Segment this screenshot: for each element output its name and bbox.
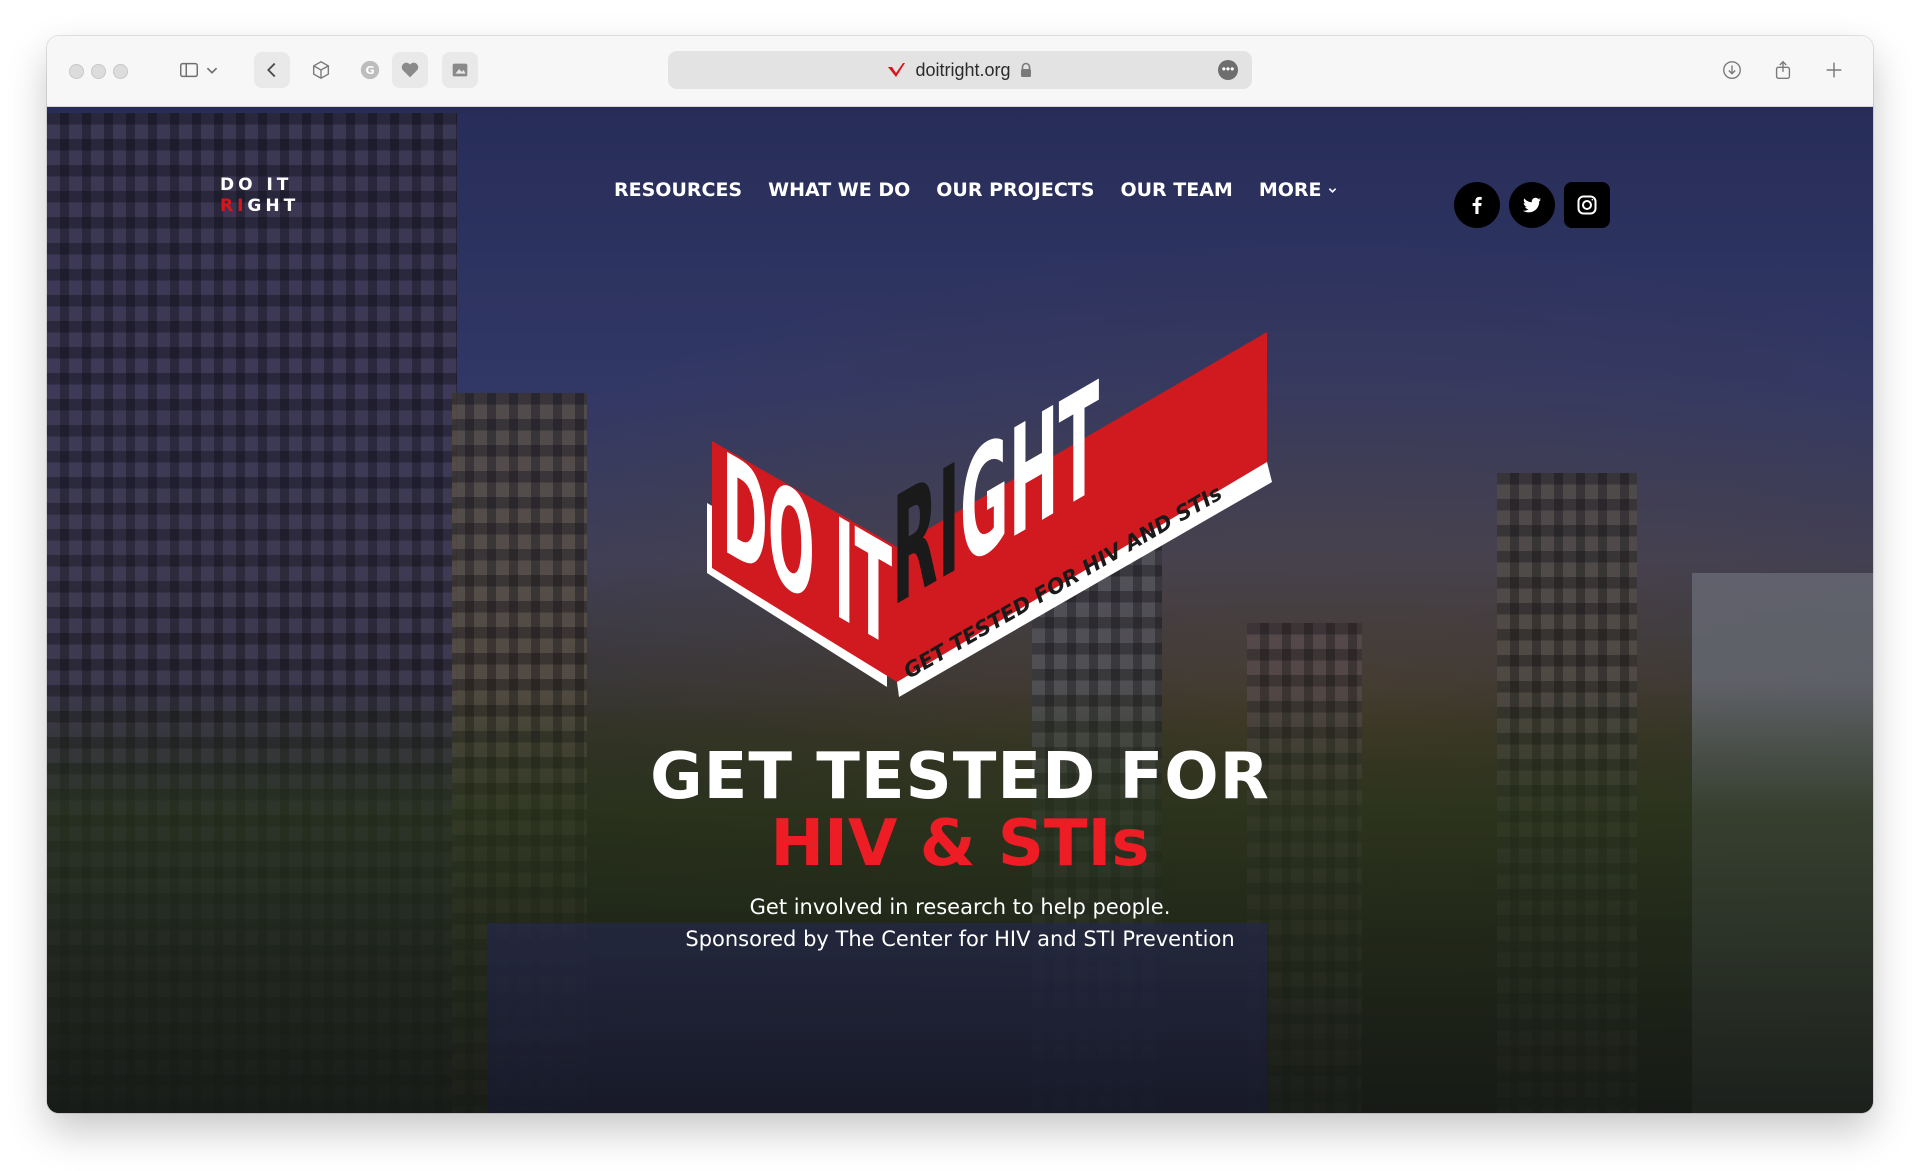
facebook-icon[interactable] <box>1454 182 1500 228</box>
lock-icon <box>1020 62 1031 77</box>
cube-extension-icon[interactable] <box>303 52 339 88</box>
grammarly-extension-icon[interactable]: G <box>352 52 388 88</box>
hero-section: DO IT RIGHT RESOURCES WHAT WE DO OUR PRO… <box>47 107 1873 1113</box>
heart-extension-icon[interactable] <box>392 52 428 88</box>
nav-item-our-team[interactable]: OUR TEAM <box>1120 179 1232 201</box>
svg-text:G: G <box>365 64 374 77</box>
do-it-right-logo: DO IT RIGHT GET TESTED FOR HIV AND STIs <box>707 332 1272 697</box>
window-minimize-button[interactable] <box>91 64 106 79</box>
site-logo-line1: DO IT <box>220 175 293 195</box>
site-logo-line2: RIGHT <box>220 196 299 217</box>
nav-item-our-projects[interactable]: OUR PROJECTS <box>936 179 1094 201</box>
instagram-icon[interactable] <box>1564 182 1610 228</box>
nav-label: MORE <box>1258 179 1322 201</box>
address-bar[interactable]: doitright.org ••• <box>668 51 1252 89</box>
hero-subtitle-line1: Get involved in research to help people. <box>749 895 1171 919</box>
browser-window: G doitright.org ••• DO IT RIGHT RESOURCE… <box>47 36 1873 1113</box>
window-zoom-button[interactable] <box>113 64 128 79</box>
nav-label: OUR PROJECTS <box>936 179 1095 201</box>
chevron-down-icon[interactable] <box>201 52 223 88</box>
hero-subtitle-line2: Sponsored by The Center for HIV and STI … <box>685 927 1235 951</box>
nav-label: RESOURCES <box>614 179 743 201</box>
new-tab-icon[interactable] <box>1816 52 1852 88</box>
nav-label: OUR TEAM <box>1120 179 1233 201</box>
download-icon[interactable] <box>1714 52 1750 88</box>
site-favicon-icon <box>888 63 906 77</box>
hero-headline: GET TESTED FOR <box>650 740 1270 814</box>
site-logo-white-text: GHT <box>247 196 300 216</box>
chevron-down-icon <box>1328 187 1336 193</box>
back-button[interactable] <box>254 52 290 88</box>
site-logo[interactable]: DO IT RIGHT <box>220 175 299 217</box>
page-menu-button[interactable]: ••• <box>1218 60 1238 80</box>
logo-text-do-it: DO IT <box>722 422 892 681</box>
site-logo-red-text: RI <box>220 196 248 216</box>
browser-toolbar: G doitright.org ••• <box>47 36 1873 107</box>
hero-subtitle: Get involved in research to help people.… <box>47 891 1873 955</box>
nav-item-more[interactable]: MORE <box>1259 179 1337 201</box>
image-extension-icon[interactable] <box>442 52 478 88</box>
url-text: doitright.org <box>915 59 1011 80</box>
nav-item-resources[interactable]: RESOURCES <box>614 179 742 201</box>
share-icon[interactable] <box>1765 52 1801 88</box>
twitter-icon[interactable] <box>1509 182 1555 228</box>
nav-label: WHAT WE DO <box>768 179 911 201</box>
window-close-button[interactable] <box>69 64 84 79</box>
nav-item-what-we-do[interactable]: WHAT WE DO <box>768 179 910 201</box>
hero-headline-red: HIV & STIs <box>770 807 1150 881</box>
main-nav: RESOURCES WHAT WE DO OUR PROJECTS OUR TE… <box>614 179 1337 201</box>
